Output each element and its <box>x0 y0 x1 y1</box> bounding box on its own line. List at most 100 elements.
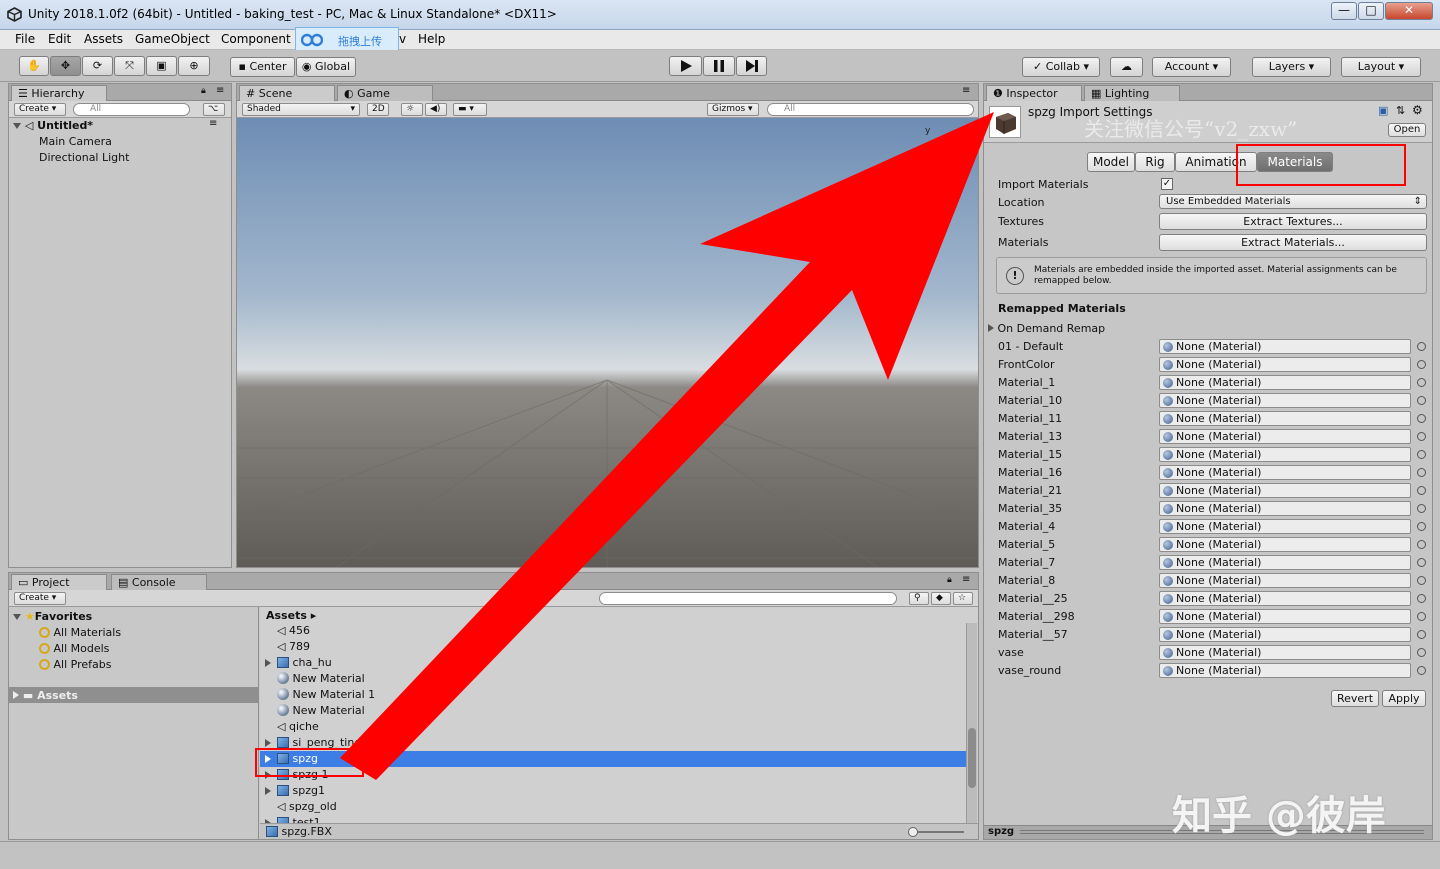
open-button[interactable]: Open <box>1388 123 1426 137</box>
hierarchy-search-input[interactable]: All <box>73 103 190 116</box>
scene-root-row[interactable]: ◁ Untitled* <box>13 119 93 132</box>
scene-viewport[interactable]: y z <box>237 118 978 567</box>
breadcrumb[interactable]: Assets ▸ <box>266 609 316 622</box>
scrollbar-thumb[interactable] <box>968 728 976 788</box>
revert-button[interactable]: Revert <box>1331 690 1379 707</box>
asset-row[interactable]: ◁ spzg_old <box>260 799 966 815</box>
location-dropdown[interactable]: Use Embedded Materials ⇕ <box>1159 194 1427 209</box>
on-demand-remap-foldout[interactable]: On Demand Remap <box>988 322 1105 335</box>
menu-window-letter[interactable]: v <box>399 32 406 46</box>
panel-menu-icon[interactable]: ≡ <box>216 85 224 96</box>
object-picker-icon[interactable] <box>1417 558 1426 567</box>
favorite-all-prefabs[interactable]: All Prefabs <box>39 658 111 671</box>
object-picker-icon[interactable] <box>1417 504 1426 513</box>
search-by-type-button[interactable]: ⚲ <box>909 592 929 605</box>
tab-inspector[interactable]: ❶ Inspector <box>986 85 1082 101</box>
material-object-field[interactable]: None (Material) <box>1159 609 1411 624</box>
project-search-input[interactable] <box>599 592 897 605</box>
favorite-all-models[interactable]: All Models <box>39 642 109 655</box>
object-picker-icon[interactable] <box>1417 468 1426 477</box>
tab-hierarchy[interactable]: ☰ Hierarchy <box>11 85 107 101</box>
menu-file[interactable]: File <box>15 32 35 46</box>
pivot-center-button[interactable]: ▪ Center <box>230 57 295 77</box>
effects-dropdown[interactable]: ▬ ▾ <box>453 103 487 116</box>
play-button[interactable] <box>669 56 702 76</box>
tab-materials[interactable]: Materials <box>1257 152 1333 172</box>
scale-tool-button[interactable]: ⤧ <box>114 56 145 76</box>
tab-project[interactable]: ▭ Project <box>11 574 107 590</box>
asset-row[interactable]: New Material <box>260 671 966 687</box>
rect-tool-button[interactable]: ▣ <box>146 56 177 76</box>
tab-animation[interactable]: Animation <box>1175 152 1257 172</box>
panel-menu-icon[interactable]: ≡ <box>962 574 970 585</box>
lighting-toggle[interactable]: ☼ <box>401 103 423 116</box>
help-icon[interactable]: ▣ <box>1378 104 1388 117</box>
layout-dropdown[interactable]: Layout ▾ <box>1341 57 1421 77</box>
settings-gear-icon[interactable]: ⚙ <box>1412 103 1423 117</box>
object-picker-icon[interactable] <box>1417 522 1426 531</box>
lock-icon[interactable]: 🔒︎ <box>201 86 206 96</box>
object-picker-icon[interactable] <box>1417 396 1426 405</box>
material-object-field[interactable]: None (Material) <box>1159 645 1411 660</box>
menu-help[interactable]: Help <box>418 32 445 46</box>
2d-toggle[interactable]: 2D <box>367 103 389 116</box>
import-materials-checkbox[interactable]: ✓ <box>1161 178 1173 190</box>
account-dropdown[interactable]: Account ▾ <box>1152 57 1231 77</box>
step-button[interactable] <box>736 56 767 76</box>
menu-assets[interactable]: Assets <box>84 32 123 46</box>
object-picker-icon[interactable] <box>1417 378 1426 387</box>
object-picker-icon[interactable] <box>1417 648 1426 657</box>
hierarchy-item-directional-light[interactable]: Directional Light <box>39 151 129 164</box>
hierarchy-item-main-camera[interactable]: Main Camera <box>39 135 112 148</box>
hierarchy-create-dropdown[interactable]: Create ▾ <box>14 103 66 116</box>
lock-icon[interactable]: 🔒︎ <box>947 575 952 585</box>
collab-dropdown[interactable]: ✓ Collab ▾ <box>1022 57 1100 77</box>
asset-row[interactable]: New Material 1 <box>260 687 966 703</box>
tab-console[interactable]: ▤ Console <box>111 574 207 590</box>
object-picker-icon[interactable] <box>1417 450 1426 459</box>
material-object-field[interactable]: None (Material) <box>1159 447 1411 462</box>
material-object-field[interactable]: None (Material) <box>1159 501 1411 516</box>
transform-tool-button[interactable]: ⊕ <box>178 56 210 76</box>
favorite-star-button[interactable]: ☆ <box>953 592 973 605</box>
menu-gameobject[interactable]: GameObject <box>135 32 210 46</box>
tab-game[interactable]: ◐ Game <box>337 85 433 101</box>
object-picker-icon[interactable] <box>1417 630 1426 639</box>
menu-component[interactable]: Component <box>221 32 291 46</box>
asset-row[interactable]: si_peng_ting <box>260 735 966 751</box>
object-picker-icon[interactable] <box>1417 612 1426 621</box>
asset-row[interactable]: ◁ 789 <box>260 639 966 655</box>
material-object-field[interactable]: None (Material) <box>1159 357 1411 372</box>
asset-row[interactable]: cha_hu <box>260 655 966 671</box>
material-object-field[interactable]: None (Material) <box>1159 411 1411 426</box>
material-object-field[interactable]: None (Material) <box>1159 555 1411 570</box>
asset-row[interactable]: New Material <box>260 703 966 719</box>
material-object-field[interactable]: None (Material) <box>1159 465 1411 480</box>
extract-textures-button[interactable]: Extract Textures... <box>1159 213 1427 230</box>
layers-dropdown[interactable]: Layers ▾ <box>1252 57 1331 77</box>
pause-button[interactable] <box>703 56 735 76</box>
asset-row[interactable]: spzg <box>260 751 966 767</box>
minimize-button[interactable]: — <box>1331 2 1357 20</box>
material-object-field[interactable]: None (Material) <box>1159 591 1411 606</box>
object-picker-icon[interactable] <box>1417 540 1426 549</box>
material-object-field[interactable]: None (Material) <box>1159 519 1411 534</box>
material-object-field[interactable]: None (Material) <box>1159 537 1411 552</box>
material-object-field[interactable]: None (Material) <box>1159 429 1411 444</box>
pivot-global-button[interactable]: ◉ Global <box>296 57 356 77</box>
scene-search-input[interactable]: All <box>767 103 974 116</box>
material-object-field[interactable]: None (Material) <box>1159 663 1411 678</box>
material-object-field[interactable]: None (Material) <box>1159 393 1411 408</box>
material-object-field[interactable]: None (Material) <box>1159 483 1411 498</box>
project-create-dropdown[interactable]: Create ▾ <box>14 592 66 605</box>
close-button[interactable]: ✕ <box>1385 2 1433 20</box>
favorites-row[interactable]: ★Favorites <box>13 610 92 623</box>
object-picker-icon[interactable] <box>1417 666 1426 675</box>
shading-dropdown[interactable]: Shaded ▾ <box>242 103 360 116</box>
maximize-button[interactable]: □ <box>1358 2 1384 20</box>
object-picker-icon[interactable] <box>1417 432 1426 441</box>
asset-row[interactable]: ◁ 456 <box>260 623 966 639</box>
tab-lighting[interactable]: ▦ Lighting <box>1084 85 1180 101</box>
gizmos-dropdown[interactable]: Gizmos ▾ <box>707 103 759 116</box>
rotate-tool-button[interactable]: ⟳ <box>82 56 113 76</box>
